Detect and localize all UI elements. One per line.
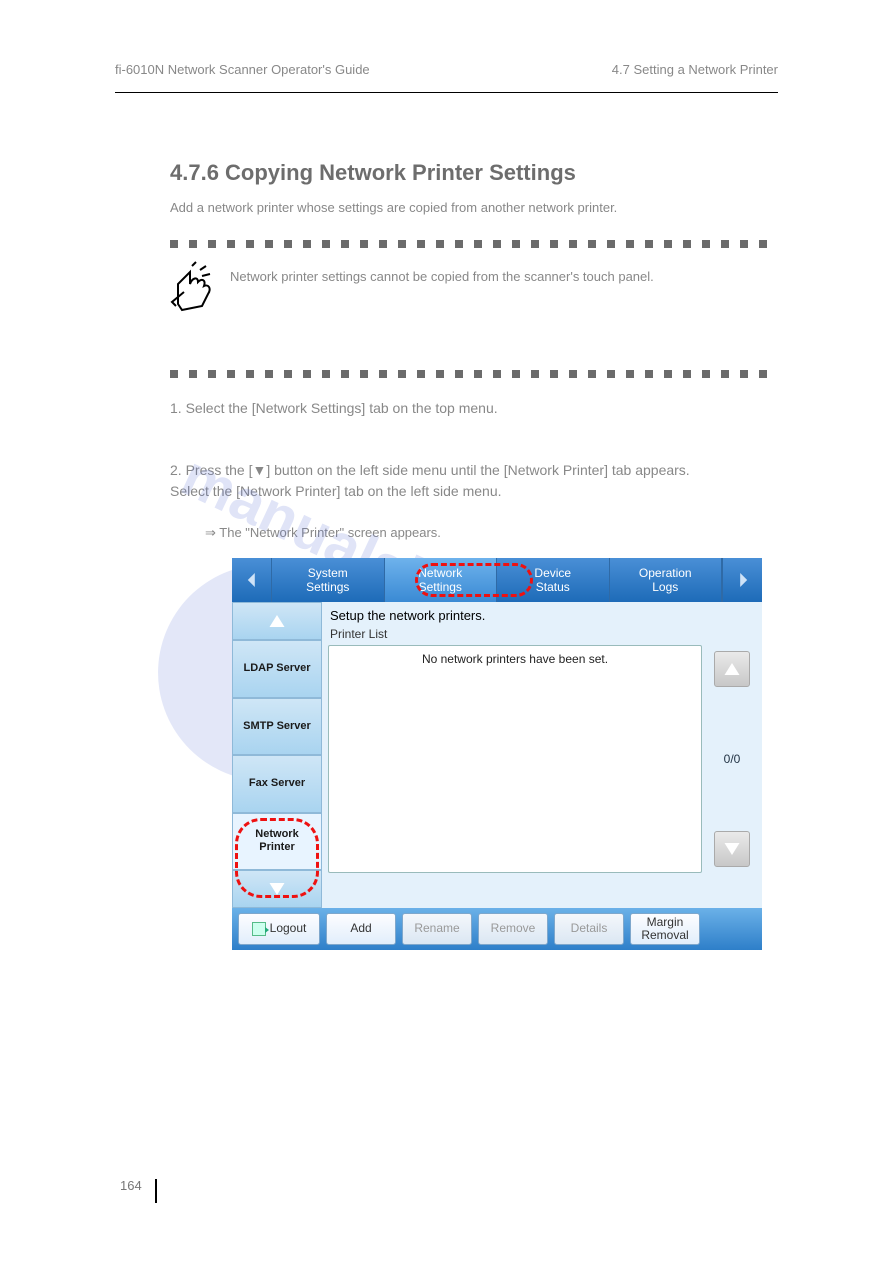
rename-button[interactable]: Rename — [402, 913, 472, 945]
step-2-result: ⇒ The "Network Printer" screen appears. — [205, 525, 441, 541]
running-head-left: fi-6010N Network Scanner Operator's Guid… — [115, 62, 370, 77]
tab-device-status[interactable]: Device Status — [497, 558, 610, 602]
list-page-counter: 0/0 — [724, 752, 741, 766]
sidebar-down-button[interactable] — [232, 870, 322, 908]
hint-hand-icon — [170, 260, 214, 312]
remove-button[interactable]: Remove — [478, 913, 548, 945]
section-subtitle: Add a network printer whose settings are… — [170, 200, 617, 215]
divider-dotted-bottom — [170, 365, 778, 375]
top-nav-next[interactable] — [722, 558, 762, 602]
details-button[interactable]: Details — [554, 913, 624, 945]
list-scroll-up[interactable] — [714, 651, 750, 687]
top-nav-prev[interactable] — [232, 558, 272, 602]
logout-icon — [252, 922, 266, 936]
list-scroll-down[interactable] — [714, 831, 750, 867]
step-2: 2. Press the [▼] button on the left side… — [170, 460, 763, 502]
logout-label: Logout — [270, 922, 307, 935]
bottom-toolbar: Logout Add Rename Remove Details Margin … — [232, 908, 762, 950]
network-printer-screen: System Settings Network Settings Device … — [232, 558, 762, 950]
sidebar-up-button[interactable] — [232, 602, 322, 640]
step-2b: Select the [Network Printer] tab on the … — [170, 483, 502, 499]
printer-list-box[interactable]: No network printers have been set. — [328, 645, 702, 873]
printer-list-label: Printer List — [328, 627, 756, 645]
header-rule — [115, 92, 778, 93]
list-scroll-column: 0/0 — [708, 645, 756, 873]
left-sidebar: LDAP Server SMTP Server Fax Server Netwo… — [232, 602, 322, 908]
logout-button[interactable]: Logout — [238, 913, 320, 945]
down-arrow-icon: ▼ — [252, 462, 266, 478]
top-menu: System Settings Network Settings Device … — [232, 558, 762, 602]
tab-network-settings[interactable]: Network Settings — [385, 558, 498, 602]
sidebar-item-smtp-server[interactable]: SMTP Server — [232, 698, 322, 756]
margin-removal-button[interactable]: Margin Removal — [630, 913, 700, 945]
running-head-right: 4.7 Setting a Network Printer — [612, 62, 778, 77]
section-heading: 4.7.6 Copying Network Printer Settings — [170, 160, 576, 186]
sidebar-item-network-printer[interactable]: Network Printer — [232, 813, 322, 871]
page-number: 164 — [120, 1178, 142, 1193]
step-2-mid: ] button on the left side menu until the… — [266, 462, 689, 478]
page-number-bar — [155, 1179, 157, 1203]
sidebar-item-ldap-server[interactable]: LDAP Server — [232, 640, 322, 698]
divider-dotted-top — [170, 235, 778, 245]
panel-title: Setup the network printers. — [328, 606, 756, 627]
add-button[interactable]: Add — [326, 913, 396, 945]
hint-text: Network printer settings cannot be copie… — [230, 268, 763, 286]
tab-operation-logs[interactable]: Operation Logs — [610, 558, 723, 602]
tab-system-settings[interactable]: System Settings — [272, 558, 385, 602]
step-2-pre: 2. Press the [ — [170, 462, 252, 478]
step-1: 1. Select the [Network Settings] tab on … — [170, 400, 498, 416]
sidebar-item-fax-server[interactable]: Fax Server — [232, 755, 322, 813]
main-panel: Setup the network printers. Printer List… — [322, 602, 762, 908]
